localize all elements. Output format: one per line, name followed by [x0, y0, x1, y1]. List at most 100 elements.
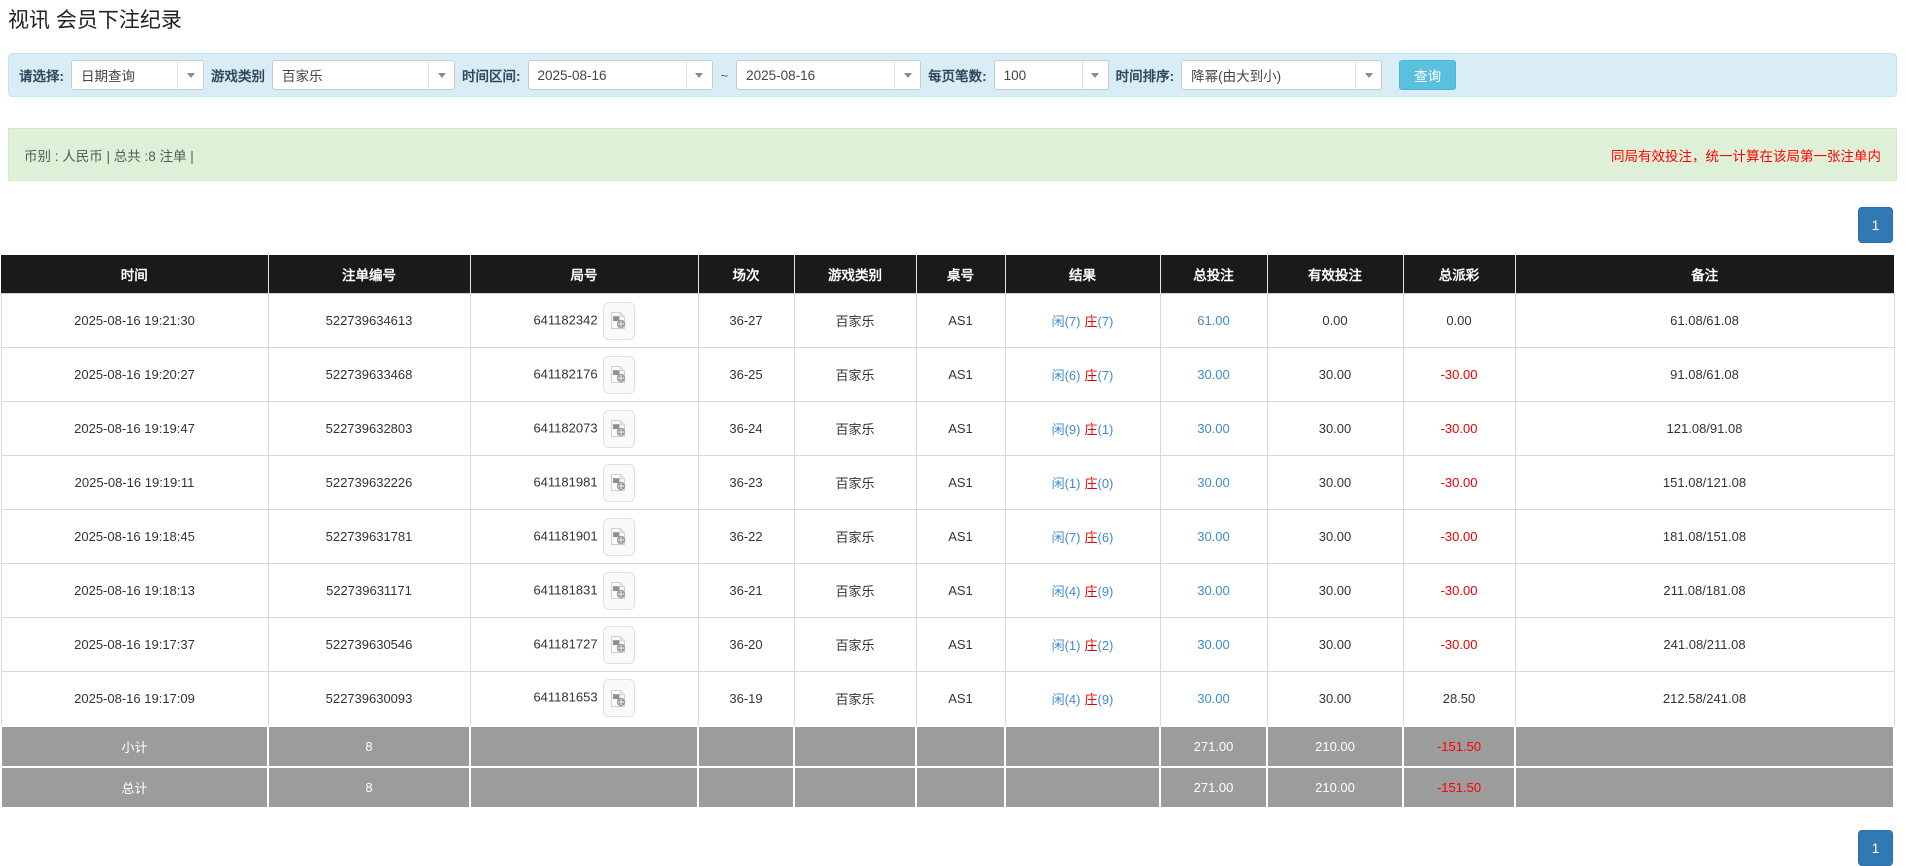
subtotal-valid-bet: 210.00 [1267, 726, 1403, 767]
cell-valid-bet: 30.00 [1267, 510, 1403, 564]
result-banker-num: (1) [1098, 422, 1114, 437]
total-bet-link[interactable]: 30.00 [1197, 691, 1230, 706]
date-to-dropdown[interactable]: 2025-08-16 [736, 60, 921, 90]
film-icon [610, 635, 627, 654]
date-from-dropdown[interactable]: 2025-08-16 [528, 60, 713, 90]
time-sort-value: 降幂(由大到小) [1182, 65, 1355, 85]
total-bet-link[interactable]: 30.00 [1197, 583, 1230, 598]
cell-payout: -30.00 [1403, 564, 1515, 618]
video-replay-button[interactable] [603, 626, 635, 664]
cell-session: 36-22 [698, 510, 794, 564]
total-bet-link[interactable]: 30.00 [1197, 637, 1230, 652]
cell-table-no: AS1 [916, 618, 1005, 672]
cell-round-id: 641181901 [470, 510, 698, 564]
total-bet-link[interactable]: 61.00 [1197, 313, 1230, 328]
cell-bet-id: 522739631171 [268, 564, 470, 618]
result-player: 闲(9) [1052, 422, 1081, 437]
pagination-top: 1 [0, 207, 1893, 243]
header-bet-id: 注单编号 [268, 255, 470, 294]
cell-game-type: 百家乐 [794, 348, 916, 402]
result-banker-num: (7) [1098, 368, 1114, 383]
film-icon [610, 311, 627, 330]
film-icon [610, 527, 627, 546]
result-banker: 庄 [1084, 476, 1097, 491]
chevron-down-icon[interactable] [686, 61, 712, 89]
grand-total-valid-bet: 210.00 [1267, 767, 1403, 808]
cell-time: 2025-08-16 19:17:09 [1, 672, 268, 726]
header-session: 场次 [698, 255, 794, 294]
game-type-dropdown[interactable]: 百家乐 [272, 60, 455, 90]
cell-total-bet: 61.00 [1160, 294, 1267, 348]
cell-remark: 211.08/181.08 [1515, 564, 1894, 618]
video-replay-button[interactable] [603, 302, 635, 340]
cell-payout: -30.00 [1403, 510, 1515, 564]
result-banker: 庄 [1084, 584, 1097, 599]
select-type-dropdown[interactable]: 日期查询 [71, 60, 204, 90]
page-1-button[interactable]: 1 [1858, 207, 1893, 243]
cell-time: 2025-08-16 19:18:45 [1, 510, 268, 564]
cell-total-bet: 30.00 [1160, 618, 1267, 672]
cell-time: 2025-08-16 19:21:30 [1, 294, 268, 348]
video-replay-button[interactable] [603, 410, 635, 448]
cell-time: 2025-08-16 19:20:27 [1, 348, 268, 402]
search-button[interactable]: 查询 [1399, 60, 1456, 90]
video-replay-button[interactable] [603, 518, 635, 556]
page-1-button-bottom[interactable]: 1 [1858, 830, 1893, 866]
cell-time: 2025-08-16 19:19:11 [1, 456, 268, 510]
video-replay-button[interactable] [603, 679, 635, 717]
cell-round-id: 641181831 [470, 564, 698, 618]
result-banker-num: (9) [1098, 584, 1114, 599]
film-icon [610, 689, 627, 708]
subtotal-total-bet: 271.00 [1160, 726, 1267, 767]
header-total-bet: 总投注 [1160, 255, 1267, 294]
subtotal-count: 8 [268, 726, 470, 767]
result-banker-num: (6) [1098, 530, 1114, 545]
total-bet-link[interactable]: 30.00 [1197, 367, 1230, 382]
cell-round-id: 641181981 [470, 456, 698, 510]
total-bet-link[interactable]: 30.00 [1197, 421, 1230, 436]
table-header: 时间 注单编号 局号 场次 游戏类别 桌号 结果 总投注 有效投注 总派彩 备注 [1, 255, 1894, 294]
cell-table-no: AS1 [916, 402, 1005, 456]
result-banker: 庄 [1084, 422, 1097, 437]
header-table-no: 桌号 [916, 255, 1005, 294]
chevron-down-icon[interactable] [894, 61, 920, 89]
cell-remark: 212.58/241.08 [1515, 672, 1894, 726]
table-row: 2025-08-16 19:17:09 522739630093 6411816… [1, 672, 1894, 726]
bet-records-table: 时间 注单编号 局号 场次 游戏类别 桌号 结果 总投注 有效投注 总派彩 备注… [0, 255, 1895, 809]
cell-table-no: AS1 [916, 672, 1005, 726]
page-size-dropdown[interactable]: 100 [994, 60, 1109, 90]
video-replay-button[interactable] [603, 572, 635, 610]
video-replay-button[interactable] [603, 356, 635, 394]
cell-round-id: 641181653 [470, 672, 698, 726]
time-range-label: 时间区间: [462, 65, 521, 85]
cell-session: 36-24 [698, 402, 794, 456]
cell-total-bet: 30.00 [1160, 402, 1267, 456]
time-sort-dropdown[interactable]: 降幂(由大到小) [1181, 60, 1382, 90]
chevron-down-icon[interactable] [1082, 61, 1108, 89]
cell-valid-bet: 30.00 [1267, 618, 1403, 672]
chevron-down-icon[interactable] [177, 61, 203, 89]
cell-session: 36-21 [698, 564, 794, 618]
total-bet-link[interactable]: 30.00 [1197, 529, 1230, 544]
cell-table-no: AS1 [916, 510, 1005, 564]
chevron-down-icon[interactable] [428, 61, 454, 89]
film-icon [610, 581, 627, 600]
total-bet-link[interactable]: 30.00 [1197, 475, 1230, 490]
result-player: 闲(6) [1052, 368, 1081, 383]
round-id-text: 641182176 [533, 366, 597, 381]
round-id-text: 641181901 [533, 528, 597, 543]
cell-bet-id: 522739632803 [268, 402, 470, 456]
select-type-label: 请选择: [19, 65, 64, 85]
cell-remark: 121.08/91.08 [1515, 402, 1894, 456]
cell-bet-id: 522739630093 [268, 672, 470, 726]
cell-result: 闲(1)庄(2) [1005, 618, 1160, 672]
round-id-text: 641181653 [533, 690, 597, 705]
table-body: 2025-08-16 19:21:30 522739634613 6411823… [1, 294, 1894, 726]
cell-bet-id: 522739631781 [268, 510, 470, 564]
video-replay-button[interactable] [603, 464, 635, 502]
chevron-down-icon[interactable] [1355, 61, 1381, 89]
cell-result: 闲(4)庄(9) [1005, 564, 1160, 618]
cell-game-type: 百家乐 [794, 402, 916, 456]
cell-valid-bet: 30.00 [1267, 456, 1403, 510]
header-valid-bet: 有效投注 [1267, 255, 1403, 294]
